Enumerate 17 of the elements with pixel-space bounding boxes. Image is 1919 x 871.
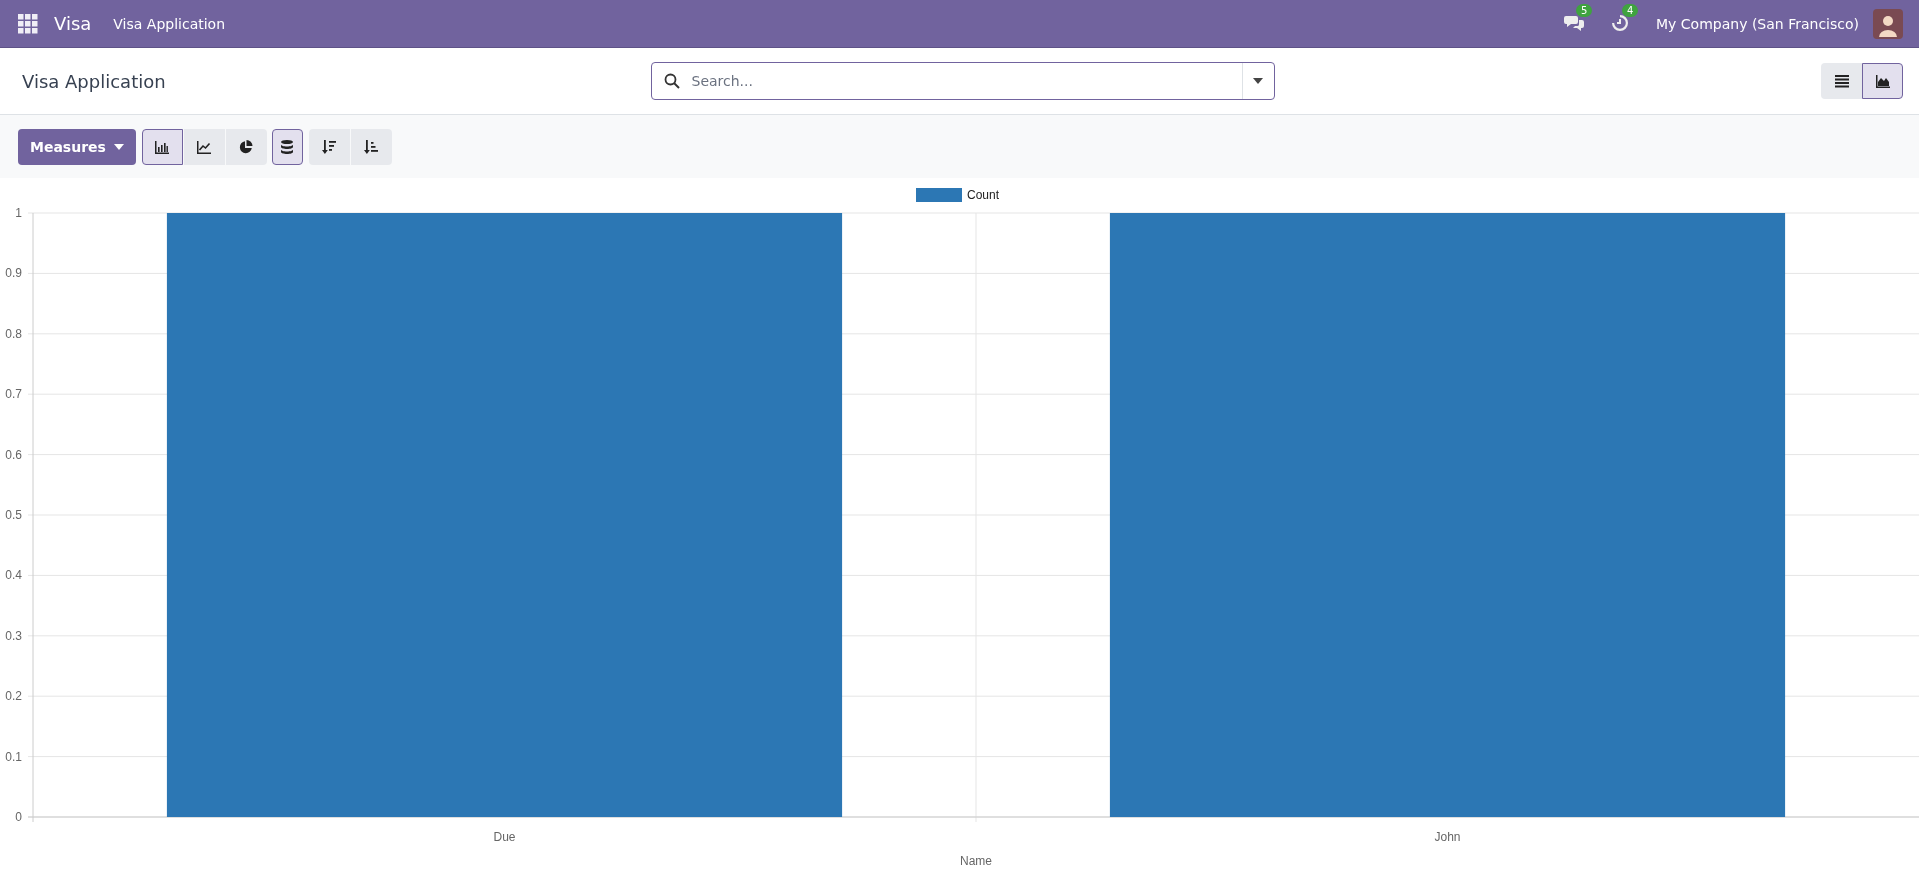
y-tick-label: 0.2 xyxy=(5,689,22,704)
y-tick-label: 0.4 xyxy=(5,568,22,583)
y-tick-label: 0.9 xyxy=(5,266,22,281)
category-label: Due xyxy=(493,830,516,844)
category-label: John xyxy=(1434,830,1461,844)
message-count-badge: 5 xyxy=(1576,3,1593,17)
y-tick-label: 0.7 xyxy=(5,387,22,402)
x-axis-title: Name xyxy=(960,854,992,868)
breadcrumb-title: Visa Application xyxy=(22,70,167,92)
y-tick-label: 0.6 xyxy=(5,447,22,462)
y-tick-label: 0.1 xyxy=(5,749,22,764)
activity-count-badge: 4 xyxy=(1622,3,1639,17)
y-tick-label: 0.3 xyxy=(5,628,22,643)
y-tick-label: 0.8 xyxy=(5,326,22,341)
y-tick-label: 1 xyxy=(15,206,22,220)
y-tick-label: 0.5 xyxy=(5,508,22,522)
y-tick-label: 0 xyxy=(15,810,22,824)
